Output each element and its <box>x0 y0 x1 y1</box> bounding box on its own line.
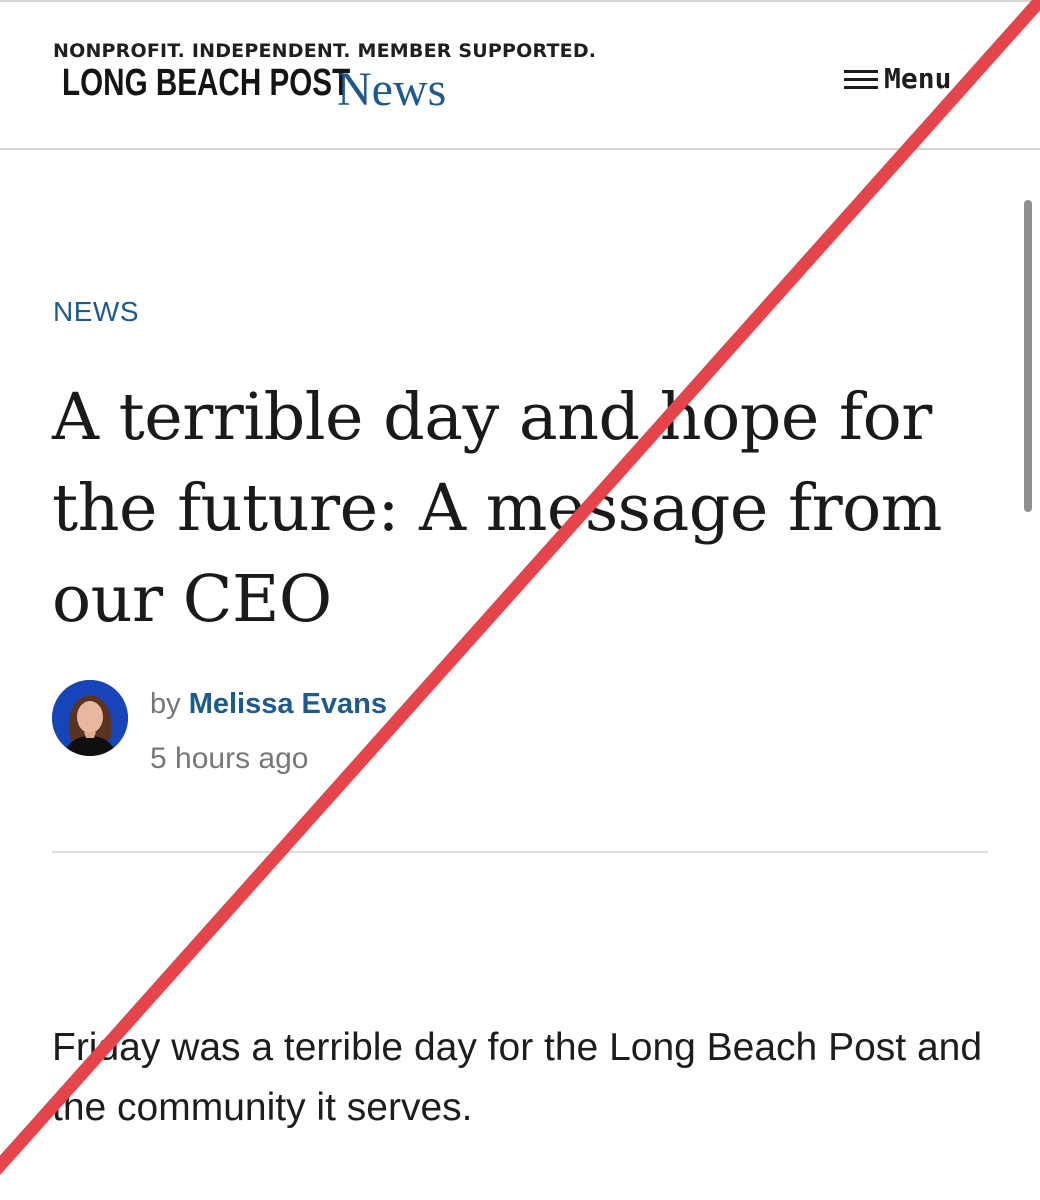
byline: by Melissa Evans <box>150 688 387 721</box>
author-link[interactable]: Melissa Evans <box>189 688 387 720</box>
article-title: A terrible day and hope for the future: … <box>52 380 942 637</box>
author-photo-icon <box>52 680 128 756</box>
site-header: NONPROFIT. INDEPENDENT. MEMBER SUPPORTED… <box>0 2 1040 150</box>
menu-button[interactable]: Menu <box>844 62 951 95</box>
site-logo[interactable]: LONG BEACH POST News <box>62 62 446 114</box>
byline-prefix: by <box>150 688 181 720</box>
logo-section: News <box>337 63 447 116</box>
divider <box>52 851 988 853</box>
site-tagline: NONPROFIT. INDEPENDENT. MEMBER SUPPORTED… <box>53 40 597 62</box>
scrollbar-thumb[interactable] <box>1024 200 1032 512</box>
category-link[interactable]: NEWS <box>53 296 139 328</box>
logo-brand: LONG BEACH POST <box>62 62 351 104</box>
article-body-paragraph: Friday was a terrible day for the Long B… <box>52 1026 983 1129</box>
hamburger-icon <box>844 68 878 90</box>
publish-time: 5 hours ago <box>150 742 309 775</box>
menu-label: Menu <box>884 62 952 95</box>
author-avatar[interactable] <box>52 680 128 756</box>
